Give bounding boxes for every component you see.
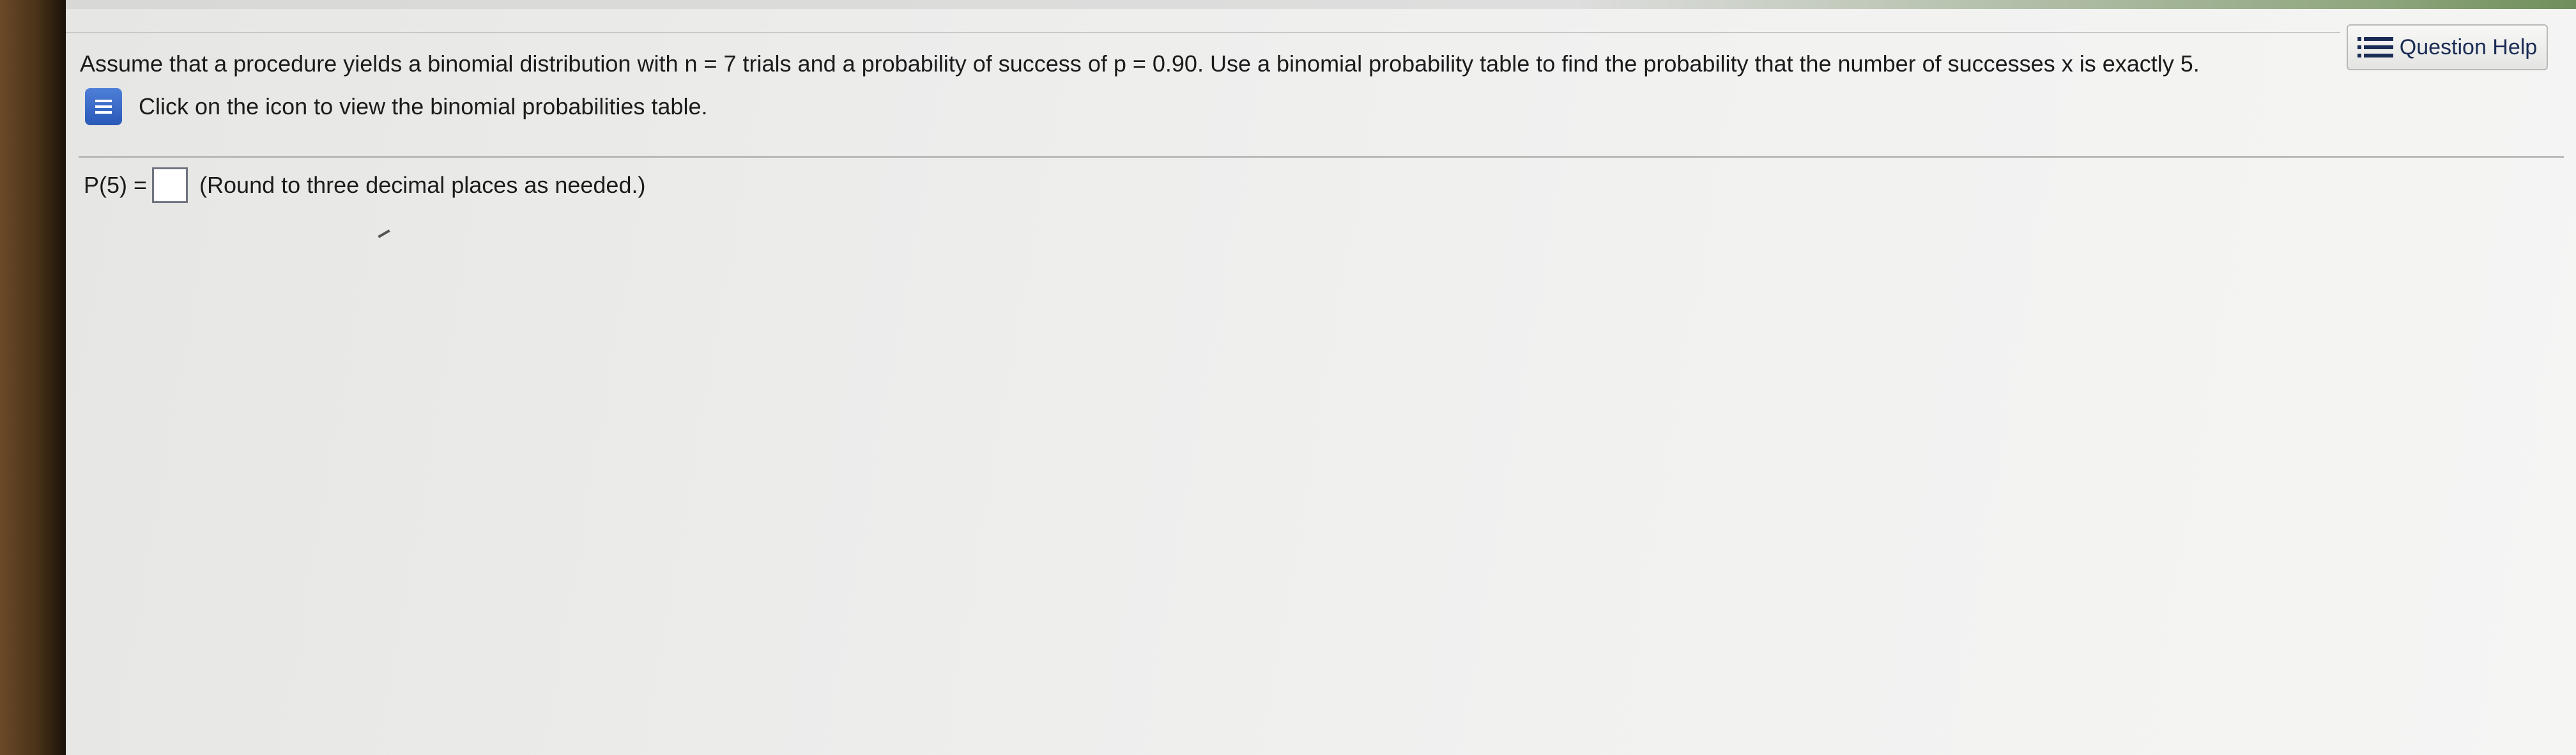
question-help-label: Question Help xyxy=(2399,34,2538,59)
question-screen: Question Help Assume that a procedure yi… xyxy=(66,0,2576,755)
monitor-bezel xyxy=(0,0,66,755)
rounding-instruction: (Round to three decimal places as needed… xyxy=(199,172,646,198)
answer-input[interactable] xyxy=(152,167,188,203)
table-icon[interactable] xyxy=(85,88,122,125)
question-text: Assume that a procedure yields a binomia… xyxy=(80,50,2200,77)
top-strip xyxy=(66,0,2576,9)
hint-text[interactable]: Click on the icon to view the binomial p… xyxy=(139,93,707,120)
list-icon xyxy=(2357,37,2393,57)
hint-row: Click on the icon to view the binomial p… xyxy=(85,88,707,125)
table-glyph-icon xyxy=(95,100,112,114)
mouse-cursor-mark xyxy=(378,229,390,238)
question-help-button[interactable]: Question Help xyxy=(2347,24,2548,70)
answer-label: P(5) = xyxy=(84,172,148,198)
answer-row: P(5) = (Round to three decimal places as… xyxy=(84,167,645,203)
section-divider xyxy=(79,156,2564,158)
top-divider xyxy=(66,32,2340,33)
